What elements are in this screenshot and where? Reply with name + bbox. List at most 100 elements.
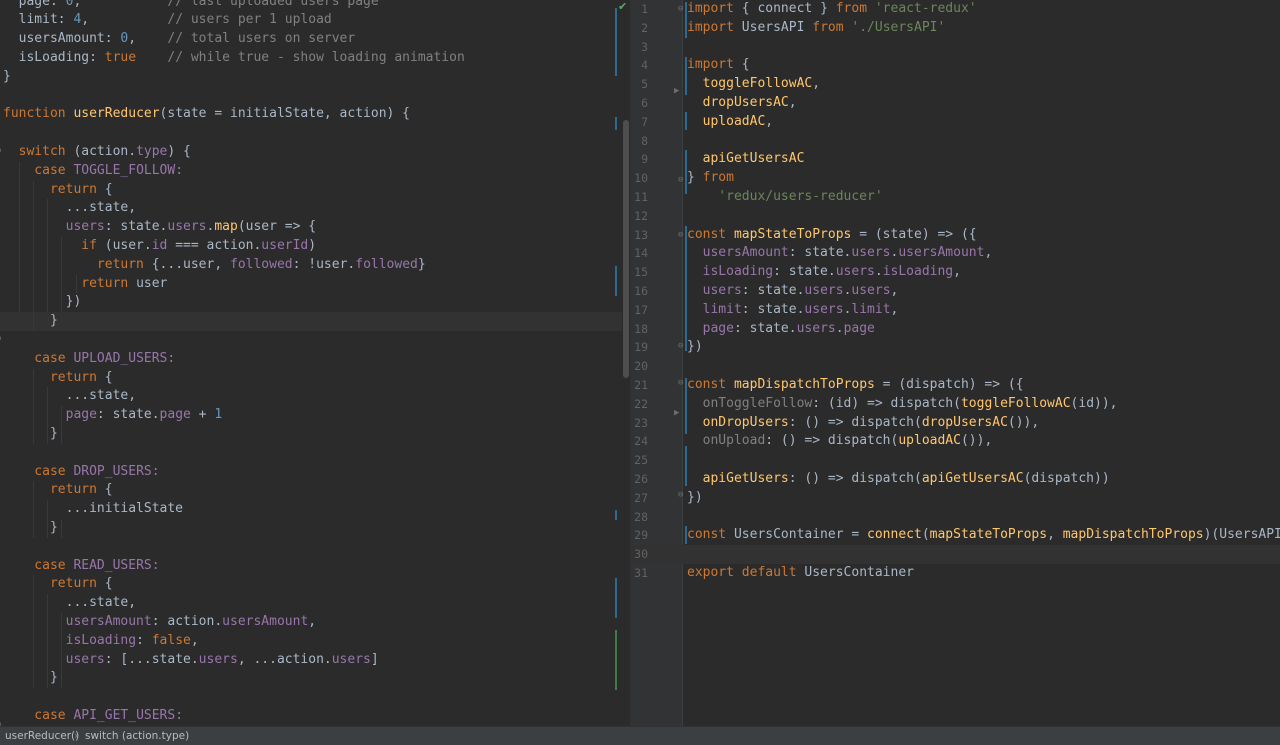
breadcrumb-switch[interactable]: switch (action.type): [85, 727, 189, 745]
code-line[interactable]: page: state.page + 1: [0, 406, 622, 425]
code-line[interactable]: ...state,: [0, 199, 622, 218]
vcs-change-marker[interactable]: [685, 446, 687, 486]
breadcrumb-function[interactable]: userReducer(): [5, 727, 79, 745]
code-line[interactable]: users: [...state.users, ...action.users]: [0, 651, 622, 670]
code-line[interactable]: case DROP_USERS:: [0, 463, 622, 482]
code-line[interactable]: 19}): [632, 338, 1280, 357]
vcs-change-marker[interactable]: [615, 8, 617, 76]
code-line[interactable]: 30: [632, 545, 1280, 564]
code-line[interactable]: 28: [632, 508, 1280, 527]
expand-arrow-icon[interactable]: ▶: [674, 86, 679, 96]
code-line[interactable]: 18 page: state.users.page: [632, 320, 1280, 339]
code-line[interactable]: }): [0, 293, 622, 312]
code-line[interactable]: 12: [632, 207, 1280, 226]
code-line[interactable]: return {: [0, 481, 622, 500]
code-line[interactable]: 17 limit: state.users.limit,: [632, 301, 1280, 320]
code-line[interactable]: 21 const mapDispatchToProps = (dispatch) …: [632, 376, 1280, 395]
vcs-change-marker[interactable]: [685, 378, 687, 434]
code-line[interactable]: 3: [632, 38, 1280, 57]
fold-icon[interactable]: ⊖: [678, 230, 683, 240]
code-line[interactable]: 26 apiGetUsers: () => dispatch(apiGetUse…: [632, 470, 1280, 489]
code-line[interactable]: return {...user, followed: !user.followe…: [0, 256, 622, 275]
code-line[interactable]: }: [0, 312, 622, 331]
code-line[interactable]: usersAmount: action.usersAmount,: [0, 613, 622, 632]
code-line[interactable]: 13 const mapStateToProps = (state) => ({: [632, 226, 1280, 245]
code-line[interactable]: function userReducer(state = initialStat…: [0, 105, 622, 124]
vcs-change-marker[interactable]: [615, 578, 617, 618]
code-line[interactable]: 25: [632, 451, 1280, 470]
code-line[interactable]: case UPLOAD_USERS:: [0, 350, 622, 369]
code-line[interactable]: 6 dropUsersAC,: [632, 94, 1280, 113]
left-editor[interactable]: page: 0, // last uploaded users page lim…: [0, 0, 622, 726]
code-line[interactable]: [0, 87, 622, 106]
vcs-change-marker[interactable]: [685, 2, 687, 38]
code-line[interactable]: 4 import {: [632, 56, 1280, 75]
code-line[interactable]: [0, 124, 622, 143]
code-line[interactable]: 24 onUpload: () => dispatch(uploadAC()),: [632, 432, 1280, 451]
code-line[interactable]: case API_GET_USERS:: [0, 707, 622, 726]
code-line[interactable]: 15 isLoading: state.users.isLoading,: [632, 263, 1280, 282]
code-line[interactable]: 29 const UsersContainer = connect(mapStat…: [632, 526, 1280, 545]
code-line[interactable]: 23 onDropUsers: () => dispatch(dropUsers…: [632, 414, 1280, 433]
code-line[interactable]: [0, 538, 622, 557]
left-editor-scrollbar-thumb[interactable]: [623, 120, 629, 378]
code-line[interactable]: 1 import { connect } from 'react-redux': [632, 0, 1280, 19]
code-line[interactable]: }: [0, 669, 622, 688]
fold-icon[interactable]: ⊖: [678, 4, 683, 14]
vcs-change-marker[interactable]: [685, 57, 687, 95]
fold-icon[interactable]: ⊖: [0, 146, 1, 156]
check-icon[interactable]: ✔: [618, 0, 627, 13]
fold-icon[interactable]: ⊖: [678, 490, 683, 500]
fold-icon[interactable]: ⊖: [678, 175, 683, 185]
code-line[interactable]: 27}): [632, 489, 1280, 508]
code-line[interactable]: page: 0, // last uploaded users page: [0, 0, 622, 11]
code-line[interactable]: isLoading: false,: [0, 632, 622, 651]
expand-arrow-icon[interactable]: ▶: [674, 408, 679, 418]
code-line[interactable]: [0, 688, 622, 707]
code-line[interactable]: }: [0, 425, 622, 444]
code-line[interactable]: return {: [0, 369, 622, 388]
fold-icon[interactable]: ⊖: [0, 334, 1, 344]
code-line[interactable]: [0, 331, 622, 350]
code-line[interactable]: limit: 4, // users per 1 upload: [0, 11, 622, 30]
code-line[interactable]: isLoading: true // while true - show loa…: [0, 49, 622, 68]
code-line[interactable]: 8: [632, 132, 1280, 151]
code-line[interactable]: [0, 444, 622, 463]
right-editor[interactable]: 1 import { connect } from 'react-redux' 2 i…: [632, 0, 1280, 726]
code-line[interactable]: }: [0, 519, 622, 538]
code-line[interactable]: 31 export default UsersContainer: [632, 564, 1280, 583]
vcs-change-marker[interactable]: [615, 117, 617, 130]
code-line[interactable]: 10} from: [632, 169, 1280, 188]
vcs-change-marker[interactable]: [615, 510, 617, 520]
vcs-change-marker[interactable]: [685, 526, 687, 544]
code-line[interactable]: 11 'redux/users-reducer': [632, 188, 1280, 207]
code-line[interactable]: if (user.id === action.userId): [0, 237, 622, 256]
vcs-change-marker[interactable]: [685, 226, 687, 351]
vcs-change-marker[interactable]: [615, 266, 617, 296]
code-line[interactable]: return {: [0, 575, 622, 594]
code-line[interactable]: 14 usersAmount: state.users.usersAmount,: [632, 244, 1280, 263]
code-line[interactable]: ...initialState: [0, 500, 622, 519]
code-line[interactable]: }: [0, 68, 622, 87]
code-line[interactable]: ...state,: [0, 594, 622, 613]
code-line[interactable]: 22 onToggleFollow: (id) => dispatch(togg…: [632, 395, 1280, 414]
code-line[interactable]: ...state,: [0, 387, 622, 406]
code-line[interactable]: 7 uploadAC,: [632, 113, 1280, 132]
fold-icon[interactable]: ⊖: [678, 378, 683, 388]
code-line[interactable]: case READ_USERS:: [0, 557, 622, 576]
vcs-change-marker[interactable]: [685, 150, 687, 194]
code-line[interactable]: usersAmount: 0, // total users on server: [0, 30, 622, 49]
code-line[interactable]: return {: [0, 181, 622, 200]
vcs-change-marker[interactable]: [685, 112, 687, 130]
fold-icon[interactable]: ⊖: [678, 341, 683, 351]
code-line[interactable]: 20: [632, 357, 1280, 376]
code-line[interactable]: case TOGGLE_FOLLOW:: [0, 162, 622, 181]
code-line[interactable]: switch (action.type) {: [0, 143, 622, 162]
code-line[interactable]: users: state.users.map(user => {: [0, 218, 622, 237]
code-line[interactable]: return user: [0, 275, 622, 294]
code-line[interactable]: 9 apiGetUsersAC: [632, 150, 1280, 169]
code-line[interactable]: 5 toggleFollowAC,: [632, 75, 1280, 94]
code-line[interactable]: 16 users: state.users.users,: [632, 282, 1280, 301]
vcs-change-marker[interactable]: [615, 630, 617, 690]
code-line[interactable]: 2 import UsersAPI from './UsersAPI': [632, 19, 1280, 38]
